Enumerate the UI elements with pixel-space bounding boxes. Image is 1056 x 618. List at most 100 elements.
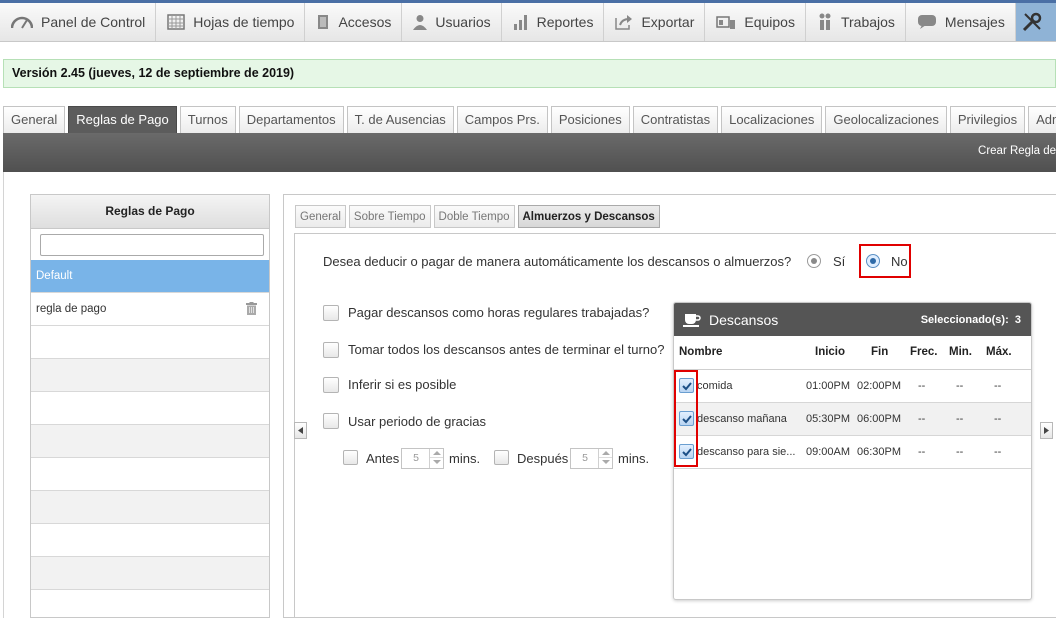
stepper-value: 5 [582,452,588,464]
empty-row [31,491,269,524]
col-header-min: Min. [949,346,972,358]
breaks-column-headers: Nombre Inicio Fin Frec. Min. Máx. [674,336,1031,370]
breaks-title: Descansos [709,312,779,328]
empty-row [31,458,269,491]
breaks-row[interactable]: descanso para sie... 09:00AM 06:30PM -- … [674,436,1031,469]
col-header-fin: Fin [871,346,889,358]
scroll-right-button[interactable] [1040,422,1053,439]
subtab-almuerzos-y-descansos[interactable]: Almuerzos y Descansos [517,205,660,228]
subtab-general[interactable]: General [295,205,346,228]
nav-label: Accesos [338,14,392,30]
grace-unit-label: mins. [618,451,650,466]
break-start: 01:00PM [806,380,851,392]
nav-tools[interactable] [1015,3,1056,41]
tab-turnos[interactable]: Turnos [179,106,236,133]
spin-up-icon[interactable] [430,449,443,458]
break-min: -- [956,413,964,425]
create-rule-button[interactable]: Crear Regla de [978,145,1056,157]
rule-item-regla-de-pago[interactable]: regla de pago [31,293,269,326]
option-label: Tomar todos los descansos antes de termi… [348,342,665,357]
nav-exportar[interactable]: Exportar [604,3,706,41]
nav-label: Mensajes [944,14,1005,30]
tab-t-de-ausencias[interactable]: T. de Ausencias [346,106,454,133]
auto-deduct-question: Desea deducir o pagar de manera automáti… [323,254,792,269]
nav-reportes[interactable]: Reportes [502,3,605,41]
coffee-cup-icon [683,314,701,327]
tab-localizaciones[interactable]: Localizaciones [721,106,823,133]
nav-panel-de-control[interactable]: Panel de Control [0,3,157,41]
tab-posiciones[interactable]: Posiciones [550,106,630,133]
col-header-frec: Frec. [910,346,938,358]
empty-row [31,557,269,590]
tab-campos-prs[interactable]: Campos Prs. [456,106,548,133]
checkbox-grace-period[interactable] [323,413,339,429]
nav-mensajes[interactable]: Mensajes [906,3,1016,41]
trash-icon[interactable] [246,302,257,315]
grace-before-stepper[interactable]: 5 [401,448,444,469]
checkbox-infer-if-possible[interactable] [323,377,339,393]
spin-down-icon[interactable] [430,458,443,467]
break-min: -- [956,380,964,392]
checkbox-pay-breaks-regular[interactable] [323,305,339,321]
main-tabs: General Reglas de Pago Turnos Departamen… [3,106,1056,133]
scroll-left-button[interactable] [294,422,307,439]
break-freq: -- [918,446,926,458]
radio-no[interactable] [866,254,880,268]
option-label: Usar periodo de gracias [348,414,487,429]
tab-admins[interactable]: Admins [1028,106,1056,133]
radio-yes[interactable] [807,254,821,268]
nav-label: Reportes [536,14,594,30]
tab-geolocalizaciones[interactable]: Geolocalizaciones [825,106,947,133]
breaks-row[interactable]: descanso mañana 05:30PM 06:00PM -- -- -- [674,403,1031,436]
tab-reglas-de-pago[interactable]: Reglas de Pago [68,106,177,133]
break-freq: -- [918,413,926,425]
spin-up-icon[interactable] [599,449,612,458]
breaks-row[interactable]: comida 01:00PM 02:00PM -- -- -- [674,370,1031,403]
sub-tabs: General Sobre Tiempo Doble Tiempo Almuer… [295,205,663,228]
nav-label: Hojas de tiempo [193,14,295,30]
pay-rules-title: Reglas de Pago [31,195,269,229]
break-min: -- [956,446,964,458]
selected-value: 3 [1014,314,1021,326]
break-start: 09:00AM [806,446,851,458]
option-label: Pagar descansos como horas regulares tra… [348,305,650,320]
break-max: -- [994,413,1002,425]
col-header-nombre: Nombre [679,346,723,358]
door-icon [318,15,329,29]
checkbox-grace-after[interactable] [494,450,509,465]
nav-usuarios[interactable]: Usuarios [402,3,502,41]
nav-label: Usuarios [435,14,491,30]
nav-hojas-de-tiempo[interactable]: Hojas de tiempo [156,3,306,41]
spin-down-icon[interactable] [599,458,612,467]
nav-trabajos[interactable]: Trabajos [806,3,906,41]
radio-yes-label: Sí [833,254,846,269]
pay-rules-search-input[interactable] [40,234,264,256]
nav-label: Panel de Control [41,14,146,30]
radio-no-label: No [891,254,908,269]
rule-item-default[interactable]: Default [31,260,269,293]
bar-chart-icon [513,15,527,30]
checkbox-grace-before[interactable] [343,450,358,465]
tab-privilegios[interactable]: Privilegios [949,106,1026,133]
break-end: 06:00PM [857,413,902,425]
arrow-right-icon [1044,427,1049,434]
stepper-spin[interactable] [429,449,443,468]
nav-accesos[interactable]: Accesos [305,3,403,41]
tab-general[interactable]: General [3,106,66,133]
chat-bubble-icon [917,15,936,29]
tab-contratistas[interactable]: Contratistas [632,106,719,133]
subtab-doble-tiempo[interactable]: Doble Tiempo [433,205,515,228]
subtab-sobre-tiempo[interactable]: Sobre Tiempo [348,205,431,228]
break-name: descanso mañana [697,413,787,425]
action-bar: Crear Regla de [3,133,1056,172]
breaks-header: Descansos Seleccionado(s): 3 [674,303,1031,336]
break-start: 05:30PM [806,413,851,425]
tab-departamentos[interactable]: Departamentos [238,106,344,133]
col-header-max: Máx. [986,346,1012,358]
user-icon [413,15,428,30]
stepper-spin[interactable] [598,449,612,468]
nav-equipos[interactable]: Equipos [705,3,806,41]
empty-row [31,326,269,359]
grace-after-stepper[interactable]: 5 [570,448,613,469]
checkbox-take-breaks-before-end[interactable] [323,342,339,358]
